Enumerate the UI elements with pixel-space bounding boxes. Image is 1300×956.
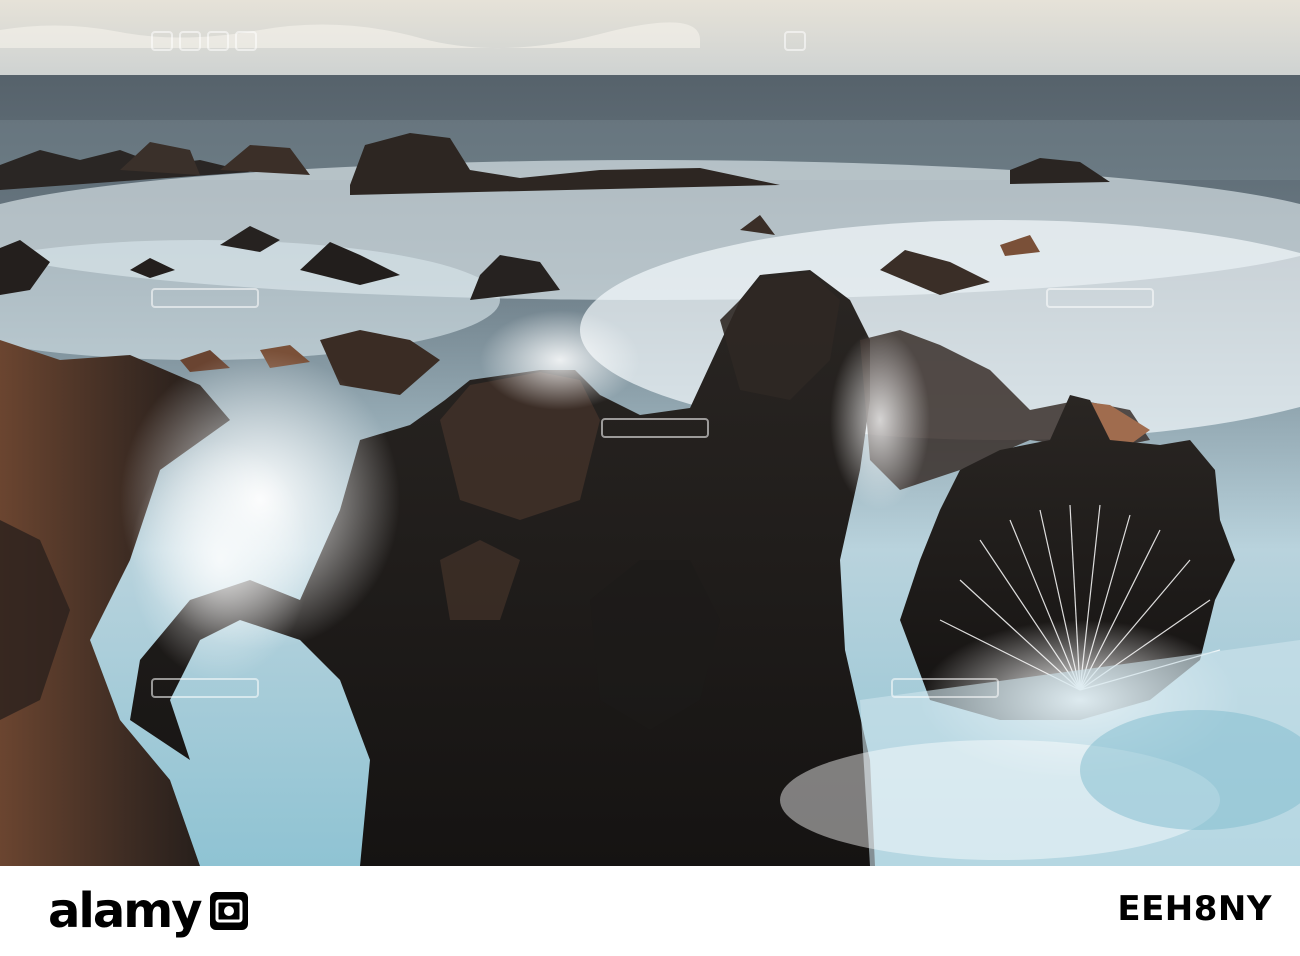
- brand-logo[interactable]: alamy: [48, 886, 251, 936]
- image-id-label: EEH8NY: [1117, 889, 1272, 929]
- alamy-logo-icon: [207, 889, 251, 933]
- brand-wordmark: alamy: [48, 883, 203, 939]
- photo-illustration: [0, 0, 1300, 866]
- stock-footer-bar: alamy EEH8NY: [0, 866, 1300, 956]
- stock-photo-page: alamy EEH8NY: [0, 0, 1300, 956]
- photo-seascape: [0, 0, 1300, 866]
